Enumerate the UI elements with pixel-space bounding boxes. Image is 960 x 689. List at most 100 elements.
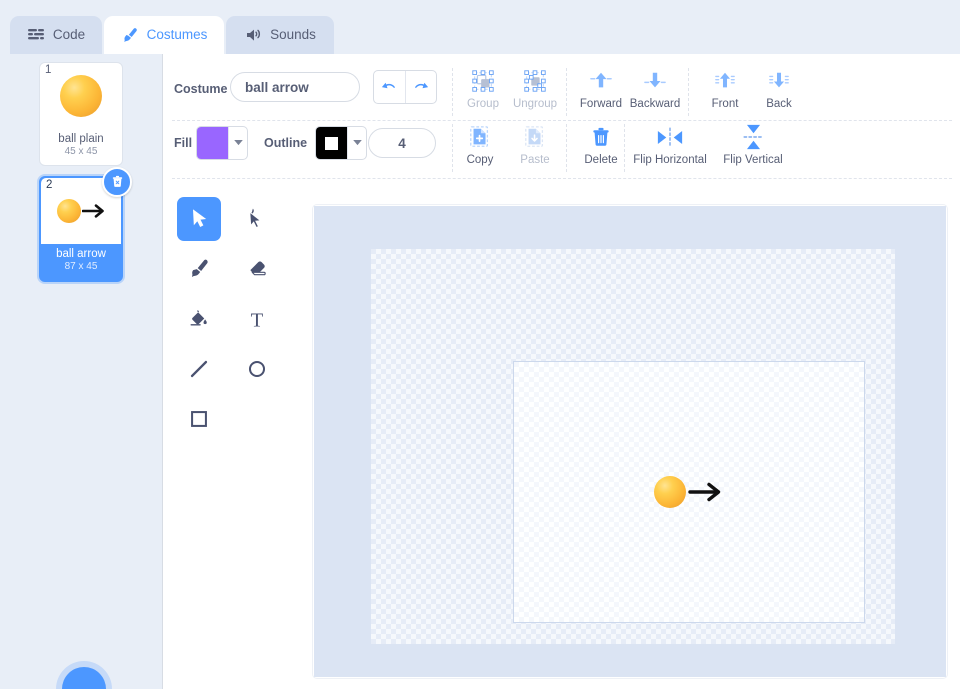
canvas-artboard[interactable] xyxy=(513,361,865,623)
select-tool[interactable] xyxy=(177,197,221,241)
tool-palette: T xyxy=(170,194,286,444)
delete-label: Delete xyxy=(584,154,618,166)
flip-vertical-icon xyxy=(742,122,764,152)
copy-icon xyxy=(468,122,492,152)
paste-button[interactable]: Paste xyxy=(504,122,566,174)
fill-color-swatch xyxy=(197,127,229,159)
chevron-down-icon xyxy=(229,140,247,146)
fill-color-button[interactable] xyxy=(196,126,248,160)
toolbar-row-top: Costume ball arrow Group Ungroup Forward… xyxy=(164,64,960,120)
toolbar-separator xyxy=(624,124,625,172)
fill-tool[interactable] xyxy=(177,297,221,341)
speaker-icon xyxy=(244,26,262,44)
toolbar-separator xyxy=(566,68,567,116)
tab-strip: Code Costumes Sounds xyxy=(0,16,960,54)
costume-size: 87 x 45 xyxy=(64,261,98,273)
ball-shape xyxy=(654,476,686,508)
add-costume-button[interactable] xyxy=(62,667,106,689)
arrow-icon xyxy=(81,204,104,218)
tab-costumes[interactable]: Costumes xyxy=(104,16,224,54)
costume-list-item[interactable]: 1 ball plain 45 x 45 xyxy=(39,62,123,166)
trash-icon xyxy=(590,122,612,152)
forward-label: Forward xyxy=(579,98,623,110)
canvas-backdrop xyxy=(314,206,946,677)
flip-vertical-label: Flip Vertical xyxy=(723,154,783,166)
front-icon xyxy=(713,66,737,96)
undo-icon xyxy=(382,82,396,89)
costume-meta: ball arrow 87 x 45 xyxy=(41,244,121,280)
costume-size: 45 x 45 xyxy=(64,146,98,158)
paint-editor-window: Code Costumes Sounds 1 ball plain 45 x 4… xyxy=(0,0,960,689)
paste-icon xyxy=(523,122,547,152)
ball-shape xyxy=(56,198,81,223)
toolbar-divider-bottom xyxy=(172,178,952,179)
costume-selector: 1 ball plain 45 x 45 2 ball arrow 87 x 4… xyxy=(0,54,163,689)
ungroup-label: Ungroup xyxy=(512,98,558,110)
costume-name: ball arrow xyxy=(56,247,106,260)
rectangle-icon xyxy=(191,411,207,427)
reshape-tool[interactable] xyxy=(235,197,279,241)
stroke-width-input[interactable] xyxy=(368,128,436,158)
costume-name-label: Costume xyxy=(174,82,228,96)
paste-label: Paste xyxy=(520,154,550,166)
tab-sounds-label: Sounds xyxy=(270,27,316,43)
svg-text:T: T xyxy=(251,309,264,331)
undo-button[interactable] xyxy=(374,71,405,103)
brush-icon xyxy=(192,259,208,277)
toolbar-row-bottom: Fill Outline 4 Copy Paste Delete Flip Ho… xyxy=(164,120,960,176)
tab-costumes-label: Costumes xyxy=(146,27,208,43)
trash-icon xyxy=(112,176,122,188)
paint-canvas-container[interactable] xyxy=(312,204,948,679)
front-label: Front xyxy=(711,98,739,110)
circle-tool[interactable] xyxy=(235,347,279,391)
ungroup-button[interactable]: Ungroup xyxy=(504,66,566,118)
redo-button[interactable] xyxy=(404,71,437,103)
circle-icon xyxy=(248,360,266,378)
backward-button[interactable]: Backward xyxy=(624,66,686,118)
paint-bucket-icon xyxy=(190,309,207,326)
redo-icon xyxy=(414,82,428,89)
delete-costume-badge[interactable] xyxy=(102,166,132,197)
copy-label: Copy xyxy=(466,154,494,166)
costume-name: ball plain xyxy=(58,133,104,145)
delete-button[interactable]: Delete xyxy=(570,122,632,174)
costume-name-input[interactable] xyxy=(230,72,360,102)
paintbrush-icon xyxy=(121,26,139,44)
reshape-icon xyxy=(249,208,262,229)
rectangle-tool[interactable] xyxy=(177,397,221,441)
costume-meta: ball plain 45 x 45 xyxy=(40,129,122,165)
toolbar-separator xyxy=(566,124,567,172)
group-label: Group xyxy=(467,98,499,110)
flip-horizontal-icon xyxy=(656,122,684,152)
flip-horizontal-button[interactable]: Flip Horizontal xyxy=(626,122,714,174)
text-icon: T xyxy=(251,309,264,331)
brush-tool[interactable] xyxy=(177,247,221,291)
costume-index: 2 xyxy=(46,178,53,191)
back-label: Back xyxy=(766,98,792,110)
copy-button[interactable]: Copy xyxy=(449,122,511,174)
ball-shape xyxy=(60,75,102,117)
text-tool[interactable]: T xyxy=(235,297,279,341)
front-button[interactable]: Front xyxy=(694,66,756,118)
line-icon xyxy=(190,360,208,378)
toolbar-separator xyxy=(688,68,689,116)
tab-code[interactable]: Code xyxy=(10,16,102,54)
eraser-tool[interactable] xyxy=(235,247,279,291)
artwork-ball-arrow[interactable] xyxy=(654,476,724,508)
paint-editor: Costume ball arrow Group Ungroup Forward… xyxy=(164,54,960,689)
undo-redo-group xyxy=(373,70,437,104)
costume-list-item-selected[interactable]: 2 ball arrow 87 x 45 xyxy=(39,166,132,282)
line-tool[interactable] xyxy=(177,347,221,391)
flip-vertical-button[interactable]: Flip Vertical xyxy=(714,122,792,174)
ungroup-icon xyxy=(522,66,548,96)
outline-label: Outline xyxy=(264,136,308,150)
back-button[interactable]: Back xyxy=(748,66,810,118)
costume-thumbnail xyxy=(40,63,122,129)
outline-color-button[interactable] xyxy=(315,126,367,160)
tab-code-label: Code xyxy=(52,27,86,43)
tab-sounds[interactable]: Sounds xyxy=(226,16,334,54)
code-icon xyxy=(27,26,45,44)
pointer-icon xyxy=(192,209,207,227)
forward-button[interactable]: Forward xyxy=(570,66,632,118)
backward-icon xyxy=(643,66,667,96)
